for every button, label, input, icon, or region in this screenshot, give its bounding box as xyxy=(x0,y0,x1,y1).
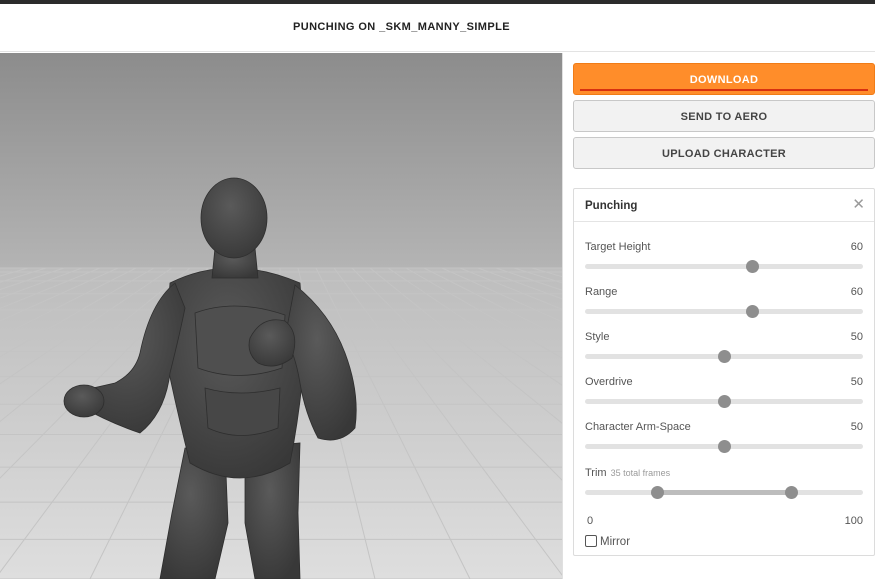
slider-label: Range xyxy=(585,286,618,298)
trim-selected-range xyxy=(657,490,791,495)
page-title: PUNCHING ON _SKM_MANNY_SIMPLE xyxy=(293,21,510,33)
close-icon[interactable]: ✕ xyxy=(852,197,865,212)
slider-value: 50 xyxy=(850,376,863,388)
slider-label: Overdrive xyxy=(585,376,633,388)
animation-settings-card: Punching ✕ Target Height 60 Range 60 Style 50… xyxy=(573,188,875,556)
card-title: Punching xyxy=(585,200,638,212)
slider-label: Character Arm-Space xyxy=(585,421,691,433)
character-preview[interactable] xyxy=(0,53,562,579)
download-underline xyxy=(580,89,868,91)
header: PUNCHING ON _SKM_MANNY_SIMPLE xyxy=(0,4,875,52)
slider-handle[interactable] xyxy=(718,350,731,363)
upload-character-button[interactable]: UPLOAD CHARACTER xyxy=(573,137,875,169)
slider-track[interactable] xyxy=(585,264,863,269)
slider-style: Style 50 xyxy=(585,331,863,371)
slider-overdrive: Overdrive 50 xyxy=(585,376,863,416)
slider-track[interactable] xyxy=(585,309,863,314)
trim-frames-count: 35 total frames xyxy=(610,468,671,478)
slider-handle[interactable] xyxy=(718,395,731,408)
slider-value: 50 xyxy=(850,331,863,343)
slider-handle[interactable] xyxy=(745,305,759,318)
trim-title: Trim xyxy=(585,467,607,479)
mirror-label: Mirror xyxy=(600,536,631,548)
trim-min-label: 0 xyxy=(587,515,594,527)
slider-handle[interactable] xyxy=(745,260,759,273)
download-button[interactable]: DOWNLOAD xyxy=(573,63,875,95)
trim-end-handle[interactable] xyxy=(784,486,798,499)
trim-label: Trim 35 total frames xyxy=(585,467,670,479)
slider-handle[interactable] xyxy=(718,440,731,453)
sky-background xyxy=(0,53,562,268)
slider-character-arm-space: Character Arm-Space 50 xyxy=(585,421,863,461)
slider-label: Target Height xyxy=(585,241,651,253)
trim-control: Trim 35 total frames 0 100 xyxy=(585,467,863,527)
slider-label: Style xyxy=(585,331,610,343)
slider-range: Range 60 xyxy=(585,286,863,326)
download-button-label: DOWNLOAD xyxy=(689,74,759,86)
slider-value: 60 xyxy=(850,241,863,253)
mirror-checkbox[interactable] xyxy=(585,535,597,547)
trim-max-label: 100 xyxy=(844,515,863,527)
mirror-toggle[interactable]: Mirror xyxy=(585,535,630,548)
send-to-aero-button[interactable]: SEND TO AERO xyxy=(573,100,875,132)
3d-viewport[interactable] xyxy=(0,53,562,579)
card-header: Punching ✕ xyxy=(574,189,874,222)
side-panel: DOWNLOAD SEND TO AERO UPLOAD CHARACTER P… xyxy=(562,53,875,579)
slider-value: 50 xyxy=(850,421,863,433)
slider-target-height: Target Height 60 xyxy=(585,241,863,281)
trim-start-handle[interactable] xyxy=(651,486,665,499)
slider-value: 60 xyxy=(850,286,863,298)
